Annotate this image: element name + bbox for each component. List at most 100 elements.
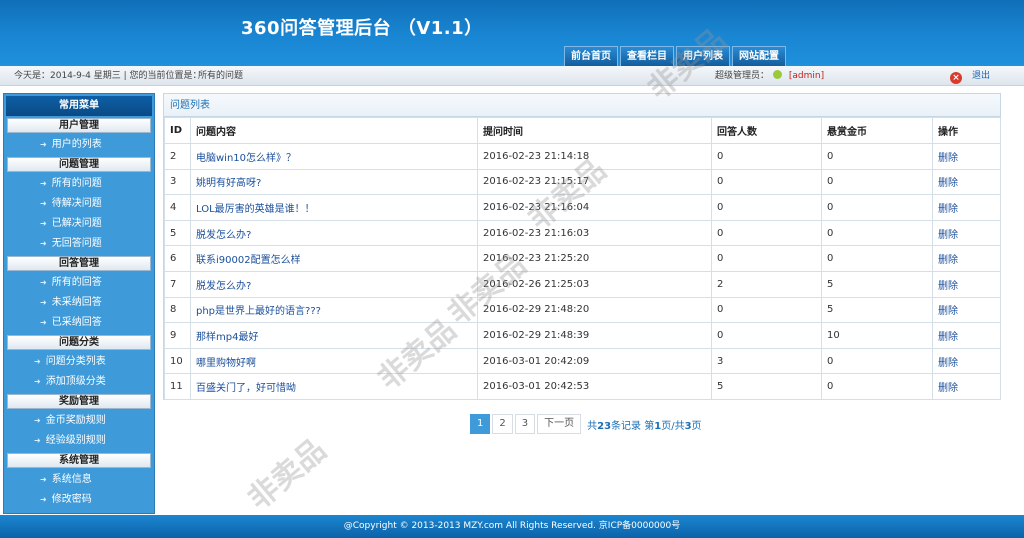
cell-reward: 0 — [821, 168, 933, 196]
delete-link[interactable]: 删除 — [932, 219, 1001, 247]
cell-time: 2016-03-01 20:42:53 — [477, 373, 712, 400]
cell-question[interactable]: php是世界上最好的语言??? — [190, 296, 478, 324]
arrow-icon: ➜ — [40, 140, 47, 149]
cell-question[interactable]: 联系i90002配置怎么样 — [190, 245, 478, 272]
delete-link[interactable]: 删除 — [932, 296, 1001, 324]
status-bar: 今天是：2014-9-4 星期三 | 您的当前位置是： 所有的问题 超级管理员：… — [0, 66, 1024, 86]
group-question-management[interactable]: 问题管理 — [7, 157, 151, 172]
cell-question[interactable]: 脱发怎么办? — [190, 219, 478, 247]
next-page-button[interactable]: 下一页 — [537, 414, 582, 434]
close-icon: × — [950, 72, 962, 84]
footer: @Copyright © 2013-2013 MZY.com All Right… — [0, 515, 1024, 538]
cell-question[interactable]: 姚明有好高呀? — [190, 168, 478, 196]
cell-question[interactable]: 百盛关门了，好可惜呦 — [190, 373, 478, 400]
cell-answers: 0 — [711, 296, 822, 324]
sidebar-item-unanswered-questions[interactable]: ➜ 无回答问题 — [4, 234, 154, 254]
sidebar-item-category-list[interactable]: ➜ 问题分类列表 — [4, 352, 154, 372]
sidebar: 常用菜单 用户管理 ➜ 用户的列表 问题管理 ➜ 所有的问题 ➜ 待解决问题 ➜ 已解决… — [3, 93, 155, 514]
logout-link[interactable]: × 退出 — [950, 66, 990, 86]
cell-reward: 5 — [821, 270, 933, 298]
sidebar-item-accepted-answers[interactable]: ➜ 已采纳回答 — [4, 313, 154, 333]
cell-question[interactable]: 电脑win10怎么样》？ — [190, 143, 478, 170]
sidebar-item-level-rules[interactable]: ➜ 经验级别规则 — [4, 431, 154, 451]
cell-question[interactable]: 脱发怎么办? — [190, 270, 478, 298]
cell-question[interactable]: 那样mp4最好 — [190, 322, 478, 349]
sidebar-item-system-info[interactable]: ➜ 系统信息 — [4, 470, 154, 490]
nav-columns[interactable]: 查看栏目 — [620, 46, 674, 66]
delete-link[interactable]: 删除 — [932, 373, 1001, 400]
watermark: 非卖品 — [241, 432, 333, 518]
admin-name: [admin] — [788, 71, 825, 81]
arrow-icon: ➜ — [40, 278, 47, 287]
table-row: 2 电脑win10怎么样》？ 2016-02-23 21:14:18 0 0 删除 — [164, 143, 1001, 170]
logout-label: 退出 — [972, 71, 991, 81]
cell-id: 3 — [164, 168, 191, 196]
table-row: 4 LOL最厉害的英雄是谁！！ 2016-02-23 21:16:04 0 0 删除 — [164, 194, 1001, 221]
sidebar-item-all-questions[interactable]: ➜ 所有的问题 — [4, 174, 154, 194]
nav-home[interactable]: 前台首页 — [564, 46, 618, 66]
arrow-icon: ➜ — [34, 436, 41, 445]
nav-site-config[interactable]: 网站配置 — [732, 46, 786, 66]
group-system-management[interactable]: 系统管理 — [7, 453, 151, 468]
cell-id: 11 — [164, 373, 191, 400]
cell-question[interactable]: LOL最厉害的英雄是谁！！ — [190, 194, 478, 221]
col-actions: 操作 — [932, 117, 1001, 144]
cell-answers: 2 — [711, 270, 822, 298]
cell-reward: 0 — [821, 143, 933, 170]
sidebar-item-unaccepted-answers[interactable]: ➜ 未采纳回答 — [4, 293, 154, 313]
cell-reward: 0 — [821, 347, 933, 375]
cell-answers: 5 — [711, 373, 822, 400]
cell-id: 4 — [164, 194, 191, 221]
nav-users[interactable]: 用户列表 — [676, 46, 730, 66]
table-row: 3 姚明有好高呀? 2016-02-23 21:15:17 0 0 删除 — [164, 168, 1001, 196]
delete-link[interactable]: 删除 — [932, 143, 1001, 170]
cell-reward: 5 — [821, 296, 933, 324]
date-text: 今天是：2014-9-4 星期三 | 您的当前位置是： — [14, 71, 202, 81]
admin-label: 超级管理员： — [715, 71, 770, 81]
panel-title: 问题列表 — [164, 94, 1000, 117]
sidebar-item-pending-questions[interactable]: ➜ 待解决问题 — [4, 194, 154, 214]
cell-time: 2016-02-23 21:16:03 — [477, 219, 712, 247]
cell-answers: 0 — [711, 322, 822, 349]
group-answer-management[interactable]: 回答管理 — [7, 256, 151, 271]
delete-link[interactable]: 删除 — [932, 194, 1001, 221]
sidebar-item-all-answers[interactable]: ➜ 所有的回答 — [4, 273, 154, 293]
delete-link[interactable]: 删除 — [932, 270, 1001, 298]
delete-link[interactable]: 删除 — [932, 347, 1001, 375]
arrow-icon: ➜ — [40, 475, 47, 484]
sidebar-item-add-top-category[interactable]: ➜ 添加顶级分类 — [4, 372, 154, 392]
sidebar-item-user-list[interactable]: ➜ 用户的列表 — [4, 135, 154, 155]
table-row: 5 脱发怎么办? 2016-02-23 21:16:03 0 0 删除 — [164, 219, 1001, 247]
sidebar-item-change-password[interactable]: ➜ 修改密码 — [4, 490, 154, 510]
cell-answers: 0 — [711, 194, 822, 221]
arrow-icon: ➜ — [34, 416, 41, 425]
delete-link[interactable]: 删除 — [932, 245, 1001, 272]
cell-time: 2016-02-29 21:48:20 — [477, 296, 712, 324]
cell-reward: 0 — [821, 373, 933, 400]
cell-question[interactable]: 哪里购物好啊 — [190, 347, 478, 375]
cell-id: 8 — [164, 296, 191, 324]
cell-id: 2 — [164, 143, 191, 170]
group-user-management[interactable]: 用户管理 — [7, 118, 151, 133]
cell-answers: 3 — [711, 347, 822, 375]
group-question-category[interactable]: 问题分类 — [7, 335, 151, 350]
page-3-button[interactable]: 3 — [514, 414, 536, 434]
cell-reward: 0 — [821, 219, 933, 247]
col-id: ID — [164, 117, 191, 144]
sidebar-item-coin-rules[interactable]: ➜ 金币奖励规则 — [4, 411, 154, 431]
table-row: 8 php是世界上最好的语言??? 2016-02-29 21:48:20 0 5 删除 — [164, 296, 1001, 324]
sidebar-item-solved-questions[interactable]: ➜ 已解决问题 — [4, 214, 154, 234]
arrow-icon: ➜ — [34, 357, 41, 366]
delete-link[interactable]: 删除 — [932, 168, 1001, 196]
pager-info: 共23条记录 第1页/共3页 — [587, 420, 702, 432]
cell-answers: 0 — [711, 168, 822, 196]
app-header: 360问答管理后台 （V1.1） 前台首页 查看栏目 用户列表 网站配置 — [0, 0, 1024, 66]
table-header-row: ID 问题内容 提问时间 回答人数 悬赏金币 操作 — [164, 117, 1001, 144]
breadcrumb: 所有的问题 — [198, 71, 244, 81]
top-nav: 前台首页 查看栏目 用户列表 网站配置 — [564, 46, 788, 66]
delete-link[interactable]: 删除 — [932, 322, 1001, 349]
col-content: 问题内容 — [190, 117, 478, 144]
page-1-button[interactable]: 1 — [470, 414, 491, 434]
group-reward-management[interactable]: 奖励管理 — [7, 394, 151, 409]
page-2-button[interactable]: 2 — [492, 414, 513, 434]
